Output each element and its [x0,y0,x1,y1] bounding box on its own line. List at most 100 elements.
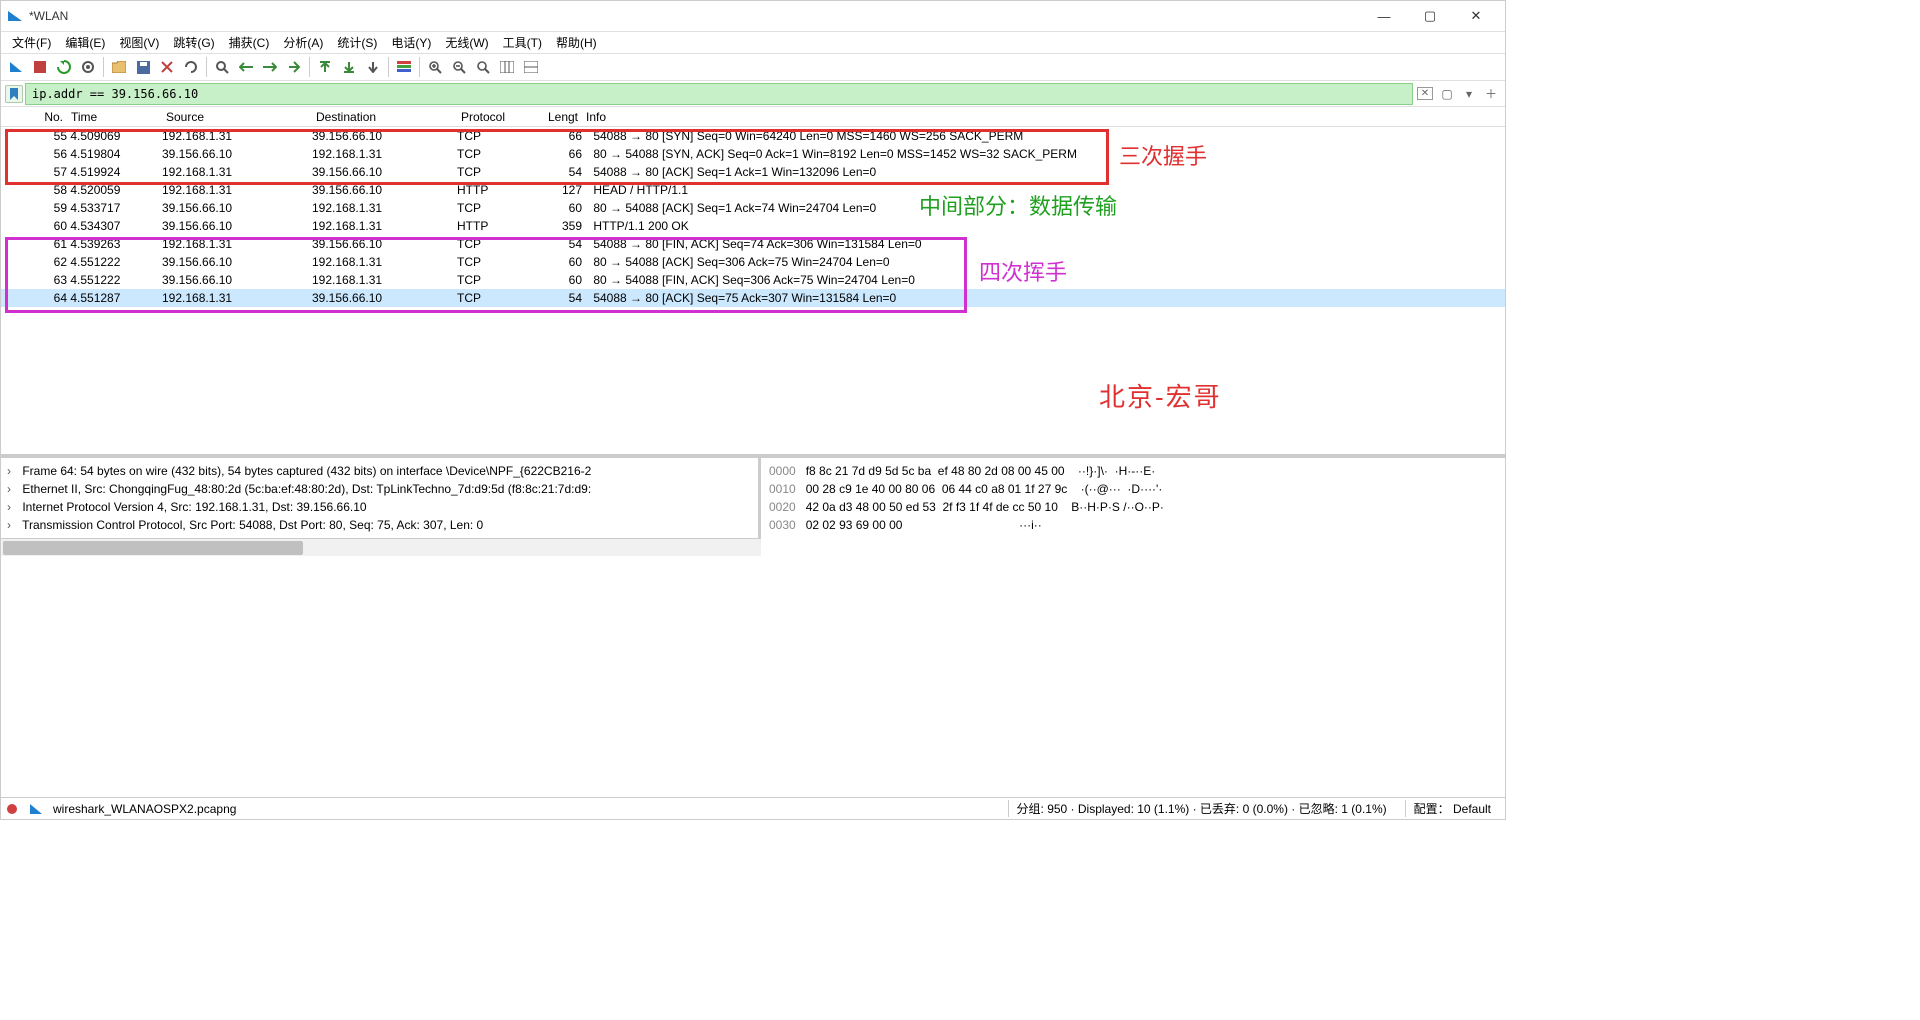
menu-tools[interactable]: 工具(T) [496,32,549,53]
zoom-in-button[interactable] [424,56,446,78]
chevron-down-icon: ▾ [1466,87,1472,101]
packet-row[interactable]: 62 4.55122239.156.66.10192.168.1.31TCP60… [1,253,1505,271]
menu-help[interactable]: 帮助(H) [549,32,604,53]
options-button[interactable] [77,56,99,78]
hex-row[interactable]: 0030 02 02 93 69 00 00 ···i·· [769,516,1497,534]
col-source[interactable]: Source [162,108,312,126]
menubar: 文件(F) 编辑(E) 视图(V) 跳转(G) 捕获(C) 分析(A) 统计(S… [1,31,1505,53]
save-button[interactable] [132,56,154,78]
packet-list-header[interactable]: No. Time Source Destination Protocol Len… [1,107,1505,127]
packet-row[interactable]: 63 4.55122239.156.66.10192.168.1.31TCP60… [1,271,1505,289]
packet-row[interactable]: 55 4.509069192.168.1.3139.156.66.10TCP66… [1,127,1505,145]
details-panes: › Frame 64: 54 bytes on wire (432 bits),… [1,457,1505,797]
packet-row[interactable]: 57 4.519924192.168.1.3139.156.66.10TCP54… [1,163,1505,181]
tree-scrollbar[interactable] [1,538,761,556]
packet-details-tree[interactable]: › Frame 64: 54 bytes on wire (432 bits),… [1,458,761,538]
resize-layout-button[interactable] [520,56,542,78]
col-protocol[interactable]: Protocol [457,108,532,126]
hex-row[interactable]: 0020 42 0a d3 48 00 50 ed 53 2f f3 1f 4f… [769,498,1497,516]
colorize-button[interactable] [393,56,415,78]
maximize-button[interactable]: ▢ [1407,1,1453,31]
go-last-button[interactable] [338,56,360,78]
toolbar [1,53,1505,81]
display-filter-input[interactable] [25,83,1413,105]
filter-bookmark-icon[interactable] [5,85,23,103]
arrow-down-icon [367,61,379,73]
filter-history-button[interactable]: ▾ [1459,84,1479,104]
menu-go[interactable]: 跳转(G) [166,32,221,53]
packet-row[interactable]: 56 4.51980439.156.66.10192.168.1.31TCP66… [1,145,1505,163]
packet-row[interactable]: 58 4.520059192.168.1.3139.156.66.10HTTP1… [1,181,1505,199]
reload-button[interactable] [180,56,202,78]
resize-columns-button[interactable] [496,56,518,78]
packet-bytes-pane[interactable]: 0000 f8 8c 21 7d d9 5d 5c ba ef 48 80 2d… [761,458,1505,797]
menu-analyze[interactable]: 分析(A) [276,32,330,53]
col-info[interactable]: Info [582,108,1505,126]
zoom-out-button[interactable] [448,56,470,78]
filter-apply-button[interactable]: ▢ [1437,84,1457,104]
col-time[interactable]: Time [67,108,162,126]
separator [103,57,104,77]
filter-clear-button[interactable]: ✕ [1415,84,1435,104]
go-to-packet-button[interactable] [283,56,305,78]
hex-row[interactable]: 0000 f8 8c 21 7d d9 5d 5c ba ef 48 80 2d… [769,462,1497,480]
menu-capture[interactable]: 捕获(C) [222,32,277,53]
expand-icon[interactable]: › [7,480,19,498]
separator [206,57,207,77]
close-button[interactable]: ✕ [1453,1,1499,31]
go-back-button[interactable] [235,56,257,78]
status-stats: 分组: 950 · Displayed: 10 (1.1%) · 已丢弃: 0 … [1008,800,1395,817]
expand-icon[interactable]: › [7,462,19,480]
separator [419,57,420,77]
annotation-author: 北京-宏哥 [1099,377,1222,414]
filter-add-button[interactable]: ＋ [1481,84,1501,104]
save-icon [137,61,150,74]
search-icon [216,61,229,74]
menu-view[interactable]: 视图(V) [112,32,166,53]
auto-scroll-button[interactable] [362,56,384,78]
col-destination[interactable]: Destination [312,108,457,126]
columns-icon [500,61,514,73]
x-icon: ✕ [1417,87,1433,100]
start-capture-button[interactable] [5,56,27,78]
packet-row[interactable]: 59 4.53371739.156.66.10192.168.1.31TCP60… [1,199,1505,217]
status-bar: wireshark_WLANAOSPX2.pcapng 分组: 950 · Di… [1,797,1505,819]
arrow-right-icon [263,62,277,72]
zoom-reset-button[interactable] [472,56,494,78]
tree-row[interactable]: › Transmission Control Protocol, Src Por… [7,516,752,534]
go-first-button[interactable] [314,56,336,78]
gear-icon [81,60,95,74]
status-profile[interactable]: 配置： Default [1405,800,1499,817]
hex-row[interactable]: 0010 00 28 c9 1e 40 00 80 06 06 44 c0 a8… [769,480,1497,498]
menu-file[interactable]: 文件(F) [5,32,58,53]
packet-list[interactable]: No. Time Source Destination Protocol Len… [1,107,1505,457]
find-button[interactable] [211,56,233,78]
packet-row[interactable]: 64 4.551287192.168.1.3139.156.66.10TCP54… [1,289,1505,307]
tree-row[interactable]: › Internet Protocol Version 4, Src: 192.… [7,498,752,516]
go-forward-button[interactable] [259,56,281,78]
open-button[interactable] [108,56,130,78]
menu-edit[interactable]: 编辑(E) [58,32,112,53]
menu-telephony[interactable]: 电话(Y) [384,32,438,53]
minimize-button[interactable]: — [1361,1,1407,31]
zoom-in-icon [429,61,442,74]
tree-row[interactable]: › Frame 64: 54 bytes on wire (432 bits),… [7,462,752,480]
expand-icon[interactable]: › [7,498,19,516]
filter-bar: ✕ ▢ ▾ ＋ [1,81,1505,107]
tree-row[interactable]: › Ethernet II, Src: ChongqingFug_48:80:2… [7,480,752,498]
zoom-out-icon [453,61,466,74]
close-file-button[interactable] [156,56,178,78]
menu-statistics[interactable]: 统计(S) [330,32,384,53]
reload-icon [184,60,198,74]
separator [388,57,389,77]
col-no[interactable]: No. [7,108,67,126]
menu-wireless[interactable]: 无线(W) [438,32,495,53]
packet-row[interactable]: 60 4.53430739.156.66.10192.168.1.31HTTP3… [1,217,1505,235]
expand-icon[interactable]: › [7,516,19,534]
packet-row[interactable]: 61 4.539263192.168.1.3139.156.66.10TCP54… [1,235,1505,253]
restart-capture-button[interactable] [53,56,75,78]
col-length[interactable]: Lengt [532,108,582,126]
expert-info-icon[interactable] [7,804,17,814]
stop-capture-button[interactable] [29,56,51,78]
stop-icon [34,61,46,73]
